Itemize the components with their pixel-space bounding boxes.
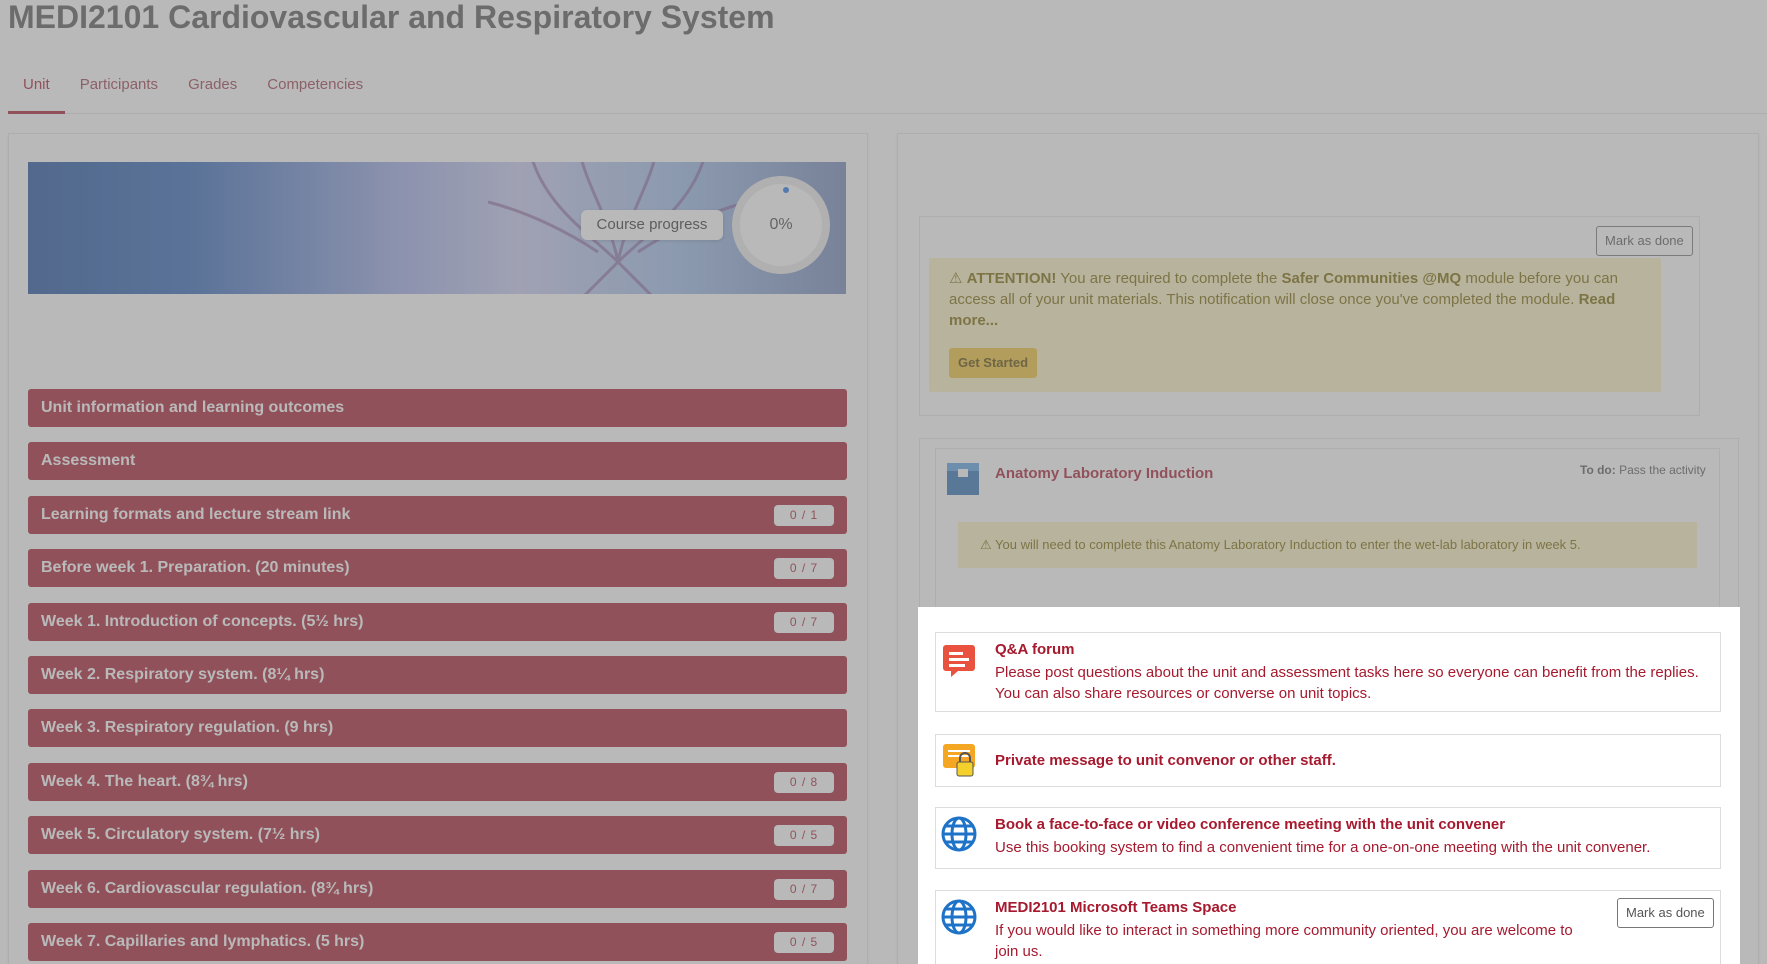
section-progress-count: 0 / 5 — [774, 825, 834, 846]
qa-forum-description-line-1: Please post questions about the unit and… — [995, 664, 1699, 681]
progress-indicator-dot — [783, 187, 789, 193]
section-label: Week 4. The heart. (8¾ hrs) — [41, 773, 248, 790]
todo-value: Pass the activity — [1619, 463, 1706, 477]
qa-forum-description-line-2: You can also share resources or converse… — [995, 685, 1372, 702]
section-assessment[interactable]: Assessment — [28, 442, 847, 480]
mark-as-done-button[interactable]: Mark as done — [1596, 226, 1693, 256]
warning-icon: ⚠ — [949, 270, 963, 287]
course-banner — [28, 162, 846, 294]
section-label: Week 2. Respiratory system. (8¼ hrs) — [41, 666, 325, 683]
section-week-4[interactable]: Week 4. The heart. (8¾ hrs) 0 / 8 — [28, 763, 847, 801]
course-progress-ring: 0% — [732, 176, 830, 274]
section-label: Learning formats and lecture stream link — [41, 506, 351, 523]
attention-module-name: Safer Communities @MQ — [1281, 270, 1462, 287]
private-message-title[interactable]: Private message to unit convenor or othe… — [995, 752, 1336, 769]
teams-space-title[interactable]: MEDI2101 Microsoft Teams Space — [995, 899, 1236, 916]
get-started-button[interactable]: Get Started — [949, 348, 1038, 378]
tab-participants[interactable]: Participants — [65, 66, 173, 114]
section-week-7[interactable]: Week 7. Capillaries and lymphatics. (5 h… — [28, 923, 847, 961]
attention-text: You are required to complete the — [1056, 270, 1282, 287]
section-label: Unit information and learning outcomes — [41, 399, 345, 416]
teams-space-activity[interactable]: MEDI2101 Microsoft Teams Space If you wo… — [935, 890, 1721, 964]
booking-title[interactable]: Book a face-to-face or video conference … — [995, 816, 1505, 833]
section-progress-count: 0 / 7 — [774, 558, 834, 579]
section-label: Before week 1. Preparation. (20 minutes) — [41, 559, 350, 576]
section-progress-count: 0 / 1 — [774, 505, 834, 526]
anatomy-warning-text: You will need to complete this Anatomy L… — [995, 537, 1581, 552]
section-progress-count: 0 / 7 — [774, 612, 834, 633]
teams-space-description-line-2: join us. — [995, 943, 1043, 960]
tab-grades[interactable]: Grades — [173, 66, 252, 114]
section-week-2[interactable]: Week 2. Respiratory system. (8¼ hrs) — [28, 656, 847, 694]
section-label: Week 3. Respiratory regulation. (9 hrs) — [41, 719, 334, 736]
globe-icon — [941, 899, 977, 935]
mark-as-done-button[interactable]: Mark as done — [1617, 898, 1714, 928]
booking-description: Use this booking system to find a conven… — [995, 839, 1651, 856]
activity-completion-requirement: To do: Pass the activity — [1580, 463, 1706, 477]
forum-icon — [943, 645, 975, 677]
unit-tabs: Unit Participants Grades Competencies — [8, 66, 1767, 114]
attention-alert: ⚠ ATTENTION! You are required to complet… — [929, 258, 1661, 392]
section-progress-count: 0 / 7 — [774, 879, 834, 900]
locked-message-icon — [943, 744, 975, 777]
course-progress-label: Course progress — [581, 210, 723, 240]
qa-forum-title[interactable]: Q&A forum — [995, 641, 1074, 658]
globe-icon — [941, 816, 977, 852]
booking-activity[interactable]: Book a face-to-face or video conference … — [935, 807, 1721, 869]
page-title: MEDI2101 Cardiovascular and Respiratory … — [8, 0, 775, 35]
section-label: Week 6. Cardiovascular regulation. (8¾ h… — [41, 880, 374, 897]
section-unit-information[interactable]: Unit information and learning outcomes — [28, 389, 847, 427]
tab-unit[interactable]: Unit — [8, 66, 65, 114]
todo-label: To do: — [1580, 463, 1616, 477]
course-progress-value: 0% — [769, 216, 793, 233]
section-before-week-1[interactable]: Before week 1. Preparation. (20 minutes)… — [28, 549, 847, 587]
section-progress-count: 0 / 5 — [774, 932, 834, 953]
attention-prefix: ATTENTION! — [966, 270, 1057, 287]
section-label: Week 5. Circulatory system. (7½ hrs) — [41, 826, 320, 843]
anatomy-activity-title[interactable]: Anatomy Laboratory Induction — [995, 465, 1213, 482]
qa-forum-activity[interactable]: Q&A forum Please post questions about th… — [935, 632, 1721, 712]
section-label: Assessment — [41, 452, 136, 469]
qa-forum-description: Please post questions about the unit and… — [995, 662, 1699, 704]
section-week-1[interactable]: Week 1. Introduction of concepts. (5½ hr… — [28, 603, 847, 641]
teams-space-description: If you would like to interact in somethi… — [995, 920, 1573, 962]
anatomy-warning: ⚠ You will need to complete this Anatomy… — [958, 522, 1697, 568]
section-progress-count: 0 / 8 — [774, 772, 834, 793]
section-learning-formats[interactable]: Learning formats and lecture stream link… — [28, 496, 847, 534]
private-message-activity[interactable]: Private message to unit convenor or othe… — [935, 734, 1721, 787]
teams-space-description-line-1: If you would like to interact in somethi… — [995, 922, 1573, 939]
section-label: Week 1. Introduction of concepts. (5½ hr… — [41, 613, 364, 630]
tab-competencies[interactable]: Competencies — [252, 66, 378, 114]
section-label: Week 7. Capillaries and lymphatics. (5 h… — [41, 933, 365, 950]
section-week-3[interactable]: Week 3. Respiratory regulation. (9 hrs) — [28, 709, 847, 747]
package-icon — [947, 463, 979, 495]
section-week-6[interactable]: Week 6. Cardiovascular regulation. (8¾ h… — [28, 870, 847, 908]
warning-icon: ⚠ — [980, 537, 992, 552]
section-week-5[interactable]: Week 5. Circulatory system. (7½ hrs) 0 /… — [28, 816, 847, 854]
